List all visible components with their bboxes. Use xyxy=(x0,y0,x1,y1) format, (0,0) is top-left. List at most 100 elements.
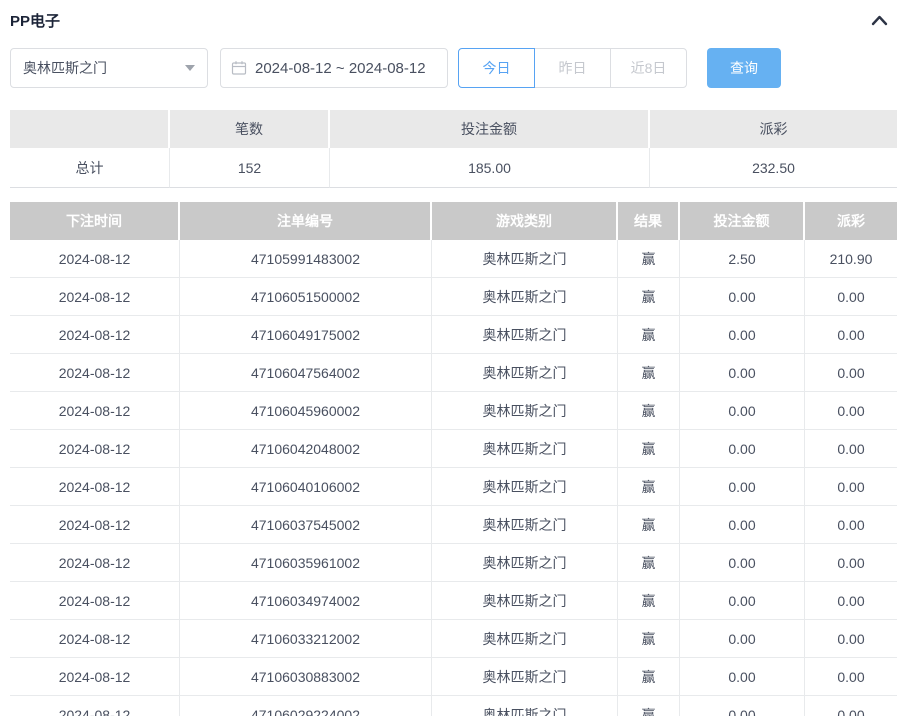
cell-bet-time: 2024-08-12 xyxy=(10,278,180,316)
records-header-result: 结果 xyxy=(618,202,680,240)
cell-bet-id: 47106037545002 xyxy=(180,506,432,544)
summary-total-count: 152 xyxy=(170,148,330,188)
records-header-bet-id: 注单编号 xyxy=(180,202,432,240)
today-button[interactable]: 今日 xyxy=(458,48,535,88)
cell-payout: 0.00 xyxy=(805,316,897,354)
cell-bet-time: 2024-08-12 xyxy=(10,354,180,392)
cell-result: 赢 xyxy=(618,506,680,544)
pp-electronics-panel: PP电子 奥林匹斯之门 2024-08-12 ~ 2024-08-12 今日 昨… xyxy=(0,0,907,716)
table-row: 2024-08-12 47106035961002 奥林匹斯之门赢 0.00 0.00 xyxy=(10,544,897,582)
date-range-value: 2024-08-12 ~ 2024-08-12 xyxy=(255,59,426,77)
cell-bet-id: 47106034974002 xyxy=(180,582,432,620)
filter-controls: 奥林匹斯之门 2024-08-12 ~ 2024-08-12 今日 昨日 近8日… xyxy=(10,48,897,88)
chevron-up-icon xyxy=(871,14,888,26)
cell-payout: 0.00 xyxy=(805,544,897,582)
page-title: PP电子 xyxy=(10,12,61,30)
cell-result: 赢 xyxy=(618,468,680,506)
cell-payout: 0.00 xyxy=(805,506,897,544)
cell-bet-amount: 0.00 xyxy=(680,316,805,354)
cell-game-type: 奥林匹斯之门 xyxy=(432,240,618,278)
cell-payout: 0.00 xyxy=(805,696,897,716)
cell-bet-id: 47106035961002 xyxy=(180,544,432,582)
last-8-days-button[interactable]: 近8日 xyxy=(610,48,687,88)
cell-bet-id: 47106051500002 xyxy=(180,278,432,316)
cell-payout: 0.00 xyxy=(805,582,897,620)
cell-bet-amount: 0.00 xyxy=(680,354,805,392)
cell-game-type: 奥林匹斯之门 xyxy=(432,430,618,468)
cell-payout: 0.00 xyxy=(805,468,897,506)
cell-game-type: 奥林匹斯之门 xyxy=(432,696,618,716)
records-header-row: 下注时间 注单编号 游戏类别 结果 投注金额 派彩 xyxy=(10,202,897,240)
summary-table: 笔数 投注金额 派彩 总计 152 185.00 232.50 xyxy=(10,110,897,188)
cell-bet-amount: 0.00 xyxy=(680,582,805,620)
cell-bet-time: 2024-08-12 xyxy=(10,544,180,582)
cell-result: 赢 xyxy=(618,240,680,278)
cell-bet-time: 2024-08-12 xyxy=(10,468,180,506)
cell-bet-amount: 0.00 xyxy=(680,544,805,582)
cell-bet-time: 2024-08-12 xyxy=(10,430,180,468)
table-row: 2024-08-12 47106034974002 奥林匹斯之门赢 0.00 0.00 xyxy=(10,582,897,620)
cell-payout: 210.90 xyxy=(805,240,897,278)
game-select[interactable]: 奥林匹斯之门 xyxy=(10,48,208,88)
cell-bet-amount: 0.00 xyxy=(680,506,805,544)
cell-bet-id: 47106049175002 xyxy=(180,316,432,354)
table-row: 2024-08-12 47106049175002 奥林匹斯之门赢 0.00 0.00 xyxy=(10,316,897,354)
cell-bet-time: 2024-08-12 xyxy=(10,506,180,544)
records-header-bet-amount: 投注金额 xyxy=(680,202,805,240)
cell-bet-amount: 0.00 xyxy=(680,620,805,658)
table-row: 2024-08-12 47106029224002 奥林匹斯之门赢 0.00 0.00 xyxy=(10,696,897,716)
cell-result: 赢 xyxy=(618,582,680,620)
cell-result: 赢 xyxy=(618,696,680,716)
summary-total-payout: 232.50 xyxy=(650,148,897,188)
records-header-bet-time: 下注时间 xyxy=(10,202,180,240)
cell-bet-time: 2024-08-12 xyxy=(10,316,180,354)
date-range-picker[interactable]: 2024-08-12 ~ 2024-08-12 xyxy=(220,48,448,88)
cell-bet-id: 47106033212002 xyxy=(180,620,432,658)
cell-game-type: 奥林匹斯之门 xyxy=(432,392,618,430)
cell-bet-amount: 0.00 xyxy=(680,696,805,716)
cell-game-type: 奥林匹斯之门 xyxy=(432,620,618,658)
cell-bet-id: 47106030883002 xyxy=(180,658,432,696)
cell-bet-time: 2024-08-12 xyxy=(10,392,180,430)
cell-bet-id: 47106042048002 xyxy=(180,430,432,468)
cell-payout: 0.00 xyxy=(805,430,897,468)
cell-bet-id: 47106045960002 xyxy=(180,392,432,430)
cell-payout: 0.00 xyxy=(805,392,897,430)
cell-bet-time: 2024-08-12 xyxy=(10,240,180,278)
cell-bet-amount: 0.00 xyxy=(680,278,805,316)
cell-payout: 0.00 xyxy=(805,278,897,316)
panel-header: PP电子 xyxy=(10,0,897,31)
query-button[interactable]: 查询 xyxy=(707,48,781,88)
cell-game-type: 奥林匹斯之门 xyxy=(432,658,618,696)
table-row: 2024-08-12 47106030883002 奥林匹斯之门赢 0.00 0.00 xyxy=(10,658,897,696)
table-row: 2024-08-12 47106037545002 奥林匹斯之门赢 0.00 0.00 xyxy=(10,506,897,544)
yesterday-button[interactable]: 昨日 xyxy=(534,48,611,88)
cell-bet-time: 2024-08-12 xyxy=(10,582,180,620)
summary-header-blank xyxy=(10,110,170,148)
cell-bet-amount: 0.00 xyxy=(680,658,805,696)
table-row: 2024-08-12 47106042048002 奥林匹斯之门赢 0.00 0.00 xyxy=(10,430,897,468)
calendar-icon xyxy=(231,60,247,76)
table-row: 2024-08-12 47106033212002 奥林匹斯之门赢 0.00 0.00 xyxy=(10,620,897,658)
cell-game-type: 奥林匹斯之门 xyxy=(432,316,618,354)
cell-bet-id: 47106040106002 xyxy=(180,468,432,506)
cell-bet-amount: 0.00 xyxy=(680,392,805,430)
records-table: 下注时间 注单编号 游戏类别 结果 投注金额 派彩 2024-08-12 4710… xyxy=(10,202,897,716)
cell-result: 赢 xyxy=(618,658,680,696)
summary-header-bet-amount: 投注金额 xyxy=(330,110,650,148)
cell-bet-amount: 0.00 xyxy=(680,468,805,506)
game-select-value: 奥林匹斯之门 xyxy=(23,60,107,76)
cell-game-type: 奥林匹斯之门 xyxy=(432,468,618,506)
table-row: 2024-08-12 47106047564002 奥林匹斯之门赢 0.00 0.00 xyxy=(10,354,897,392)
cell-bet-amount: 2.50 xyxy=(680,240,805,278)
summary-header-payout: 派彩 xyxy=(650,110,897,148)
collapse-panel-button[interactable] xyxy=(869,10,889,30)
table-row: 2024-08-12 47106045960002 奥林匹斯之门赢 0.00 0.00 xyxy=(10,392,897,430)
cell-bet-time: 2024-08-12 xyxy=(10,620,180,658)
cell-payout: 0.00 xyxy=(805,620,897,658)
cell-result: 赢 xyxy=(618,354,680,392)
table-row: 2024-08-12 47106051500002 奥林匹斯之门赢 0.00 0.00 xyxy=(10,278,897,316)
cell-bet-id: 47105991483002 xyxy=(180,240,432,278)
summary-header-count: 笔数 xyxy=(170,110,330,148)
summary-header-row: 笔数 投注金额 派彩 xyxy=(10,110,897,148)
